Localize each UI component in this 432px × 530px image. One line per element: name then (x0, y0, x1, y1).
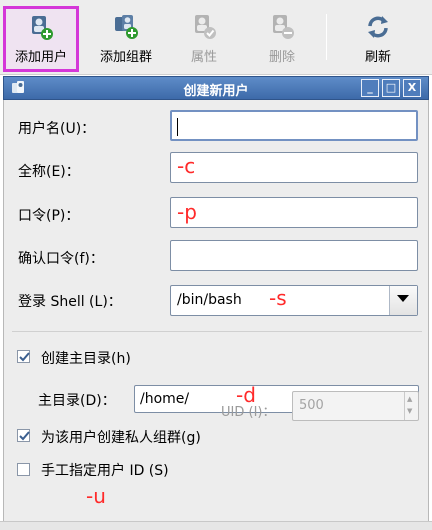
delete-label: 删除 (268, 50, 295, 65)
username-label: 用户名(U)： (18, 121, 96, 137)
text-caret (177, 118, 178, 136)
minimize-button[interactable]: _ (361, 79, 379, 97)
spin-down-icon: ▼ (407, 407, 413, 415)
uid-spinbutton[interactable]: 500 ▲ ▼ (292, 391, 419, 421)
properties-icon (195, 15, 216, 39)
add-user-icon (32, 16, 53, 40)
refresh-button[interactable]: 刷新 (340, 6, 416, 72)
delete-button[interactable]: 删除 (244, 6, 320, 72)
dialog-titlebar[interactable]: 创建新用户 _ □ X (3, 76, 429, 100)
password-label: 口令(P)： (18, 208, 80, 224)
separator (12, 331, 422, 332)
fullname-label: 全称(E)： (18, 164, 80, 180)
chevron-down-icon (397, 295, 409, 302)
shell-annotation: -s (269, 286, 287, 310)
spin-up-icon: ▲ (407, 395, 413, 403)
uid-label: UID (I)： (221, 405, 276, 420)
username-input[interactable] (170, 110, 418, 141)
uid-annotation: -u (86, 484, 106, 508)
password-annotation: -p (177, 200, 197, 224)
password-input[interactable] (170, 197, 418, 228)
create-home-checkbox[interactable] (17, 350, 30, 363)
fullname-input[interactable] (170, 152, 418, 183)
add-group-button[interactable]: 添加组群 (88, 6, 164, 72)
delete-icon (273, 15, 294, 39)
checkmark-icon (19, 352, 30, 362)
private-group-label: 为该用户创建私人组群(g) (41, 430, 201, 446)
checkmark-icon (19, 431, 30, 441)
maximize-button[interactable]: □ (382, 79, 400, 97)
create-home-label: 创建主目录(h) (41, 351, 131, 367)
manual-uid-label: 手工指定用户 ID (S) (41, 463, 169, 479)
close-button[interactable]: X (403, 79, 421, 97)
uid-spin-arrows[interactable]: ▲ ▼ (404, 392, 418, 420)
properties-button[interactable]: 属性 (166, 6, 242, 72)
homedir-value: /home/ (140, 391, 190, 407)
refresh-label: 刷新 (364, 50, 391, 65)
window-bottom-edge (0, 521, 432, 530)
add-group-label: 添加组群 (99, 50, 152, 65)
login-shell-combo[interactable]: /bin/bash -s (170, 285, 418, 316)
uid-value: 500 (299, 398, 324, 413)
login-shell-label: 登录 Shell (L)： (18, 294, 122, 310)
toolbar-separator (326, 14, 327, 60)
homedir-label: 主目录(D)： (38, 393, 116, 409)
confirm-password-label: 确认口令(f)： (18, 251, 104, 267)
login-shell-value: /bin/bash (177, 292, 242, 308)
toolbar: 添加用户 添加组群 属性 删除 刷新 (0, 0, 432, 75)
refresh-icon (368, 16, 388, 38)
properties-label: 属性 (190, 50, 217, 65)
private-group-checkbox[interactable] (17, 429, 30, 442)
shell-dropdown-button[interactable] (389, 286, 417, 315)
add-group-icon (115, 15, 138, 39)
confirm-password-input[interactable] (170, 240, 418, 271)
create-user-dialog: 用户名(U)： 全称(E)： -c 口令(P)： -p 确认口令(f)： 登录 … (3, 100, 429, 530)
fullname-annotation: -c (177, 154, 196, 178)
manual-uid-checkbox[interactable] (17, 463, 30, 476)
add-user-label: 添加用户 (14, 50, 67, 65)
add-user-button[interactable]: 添加用户 (3, 6, 79, 72)
